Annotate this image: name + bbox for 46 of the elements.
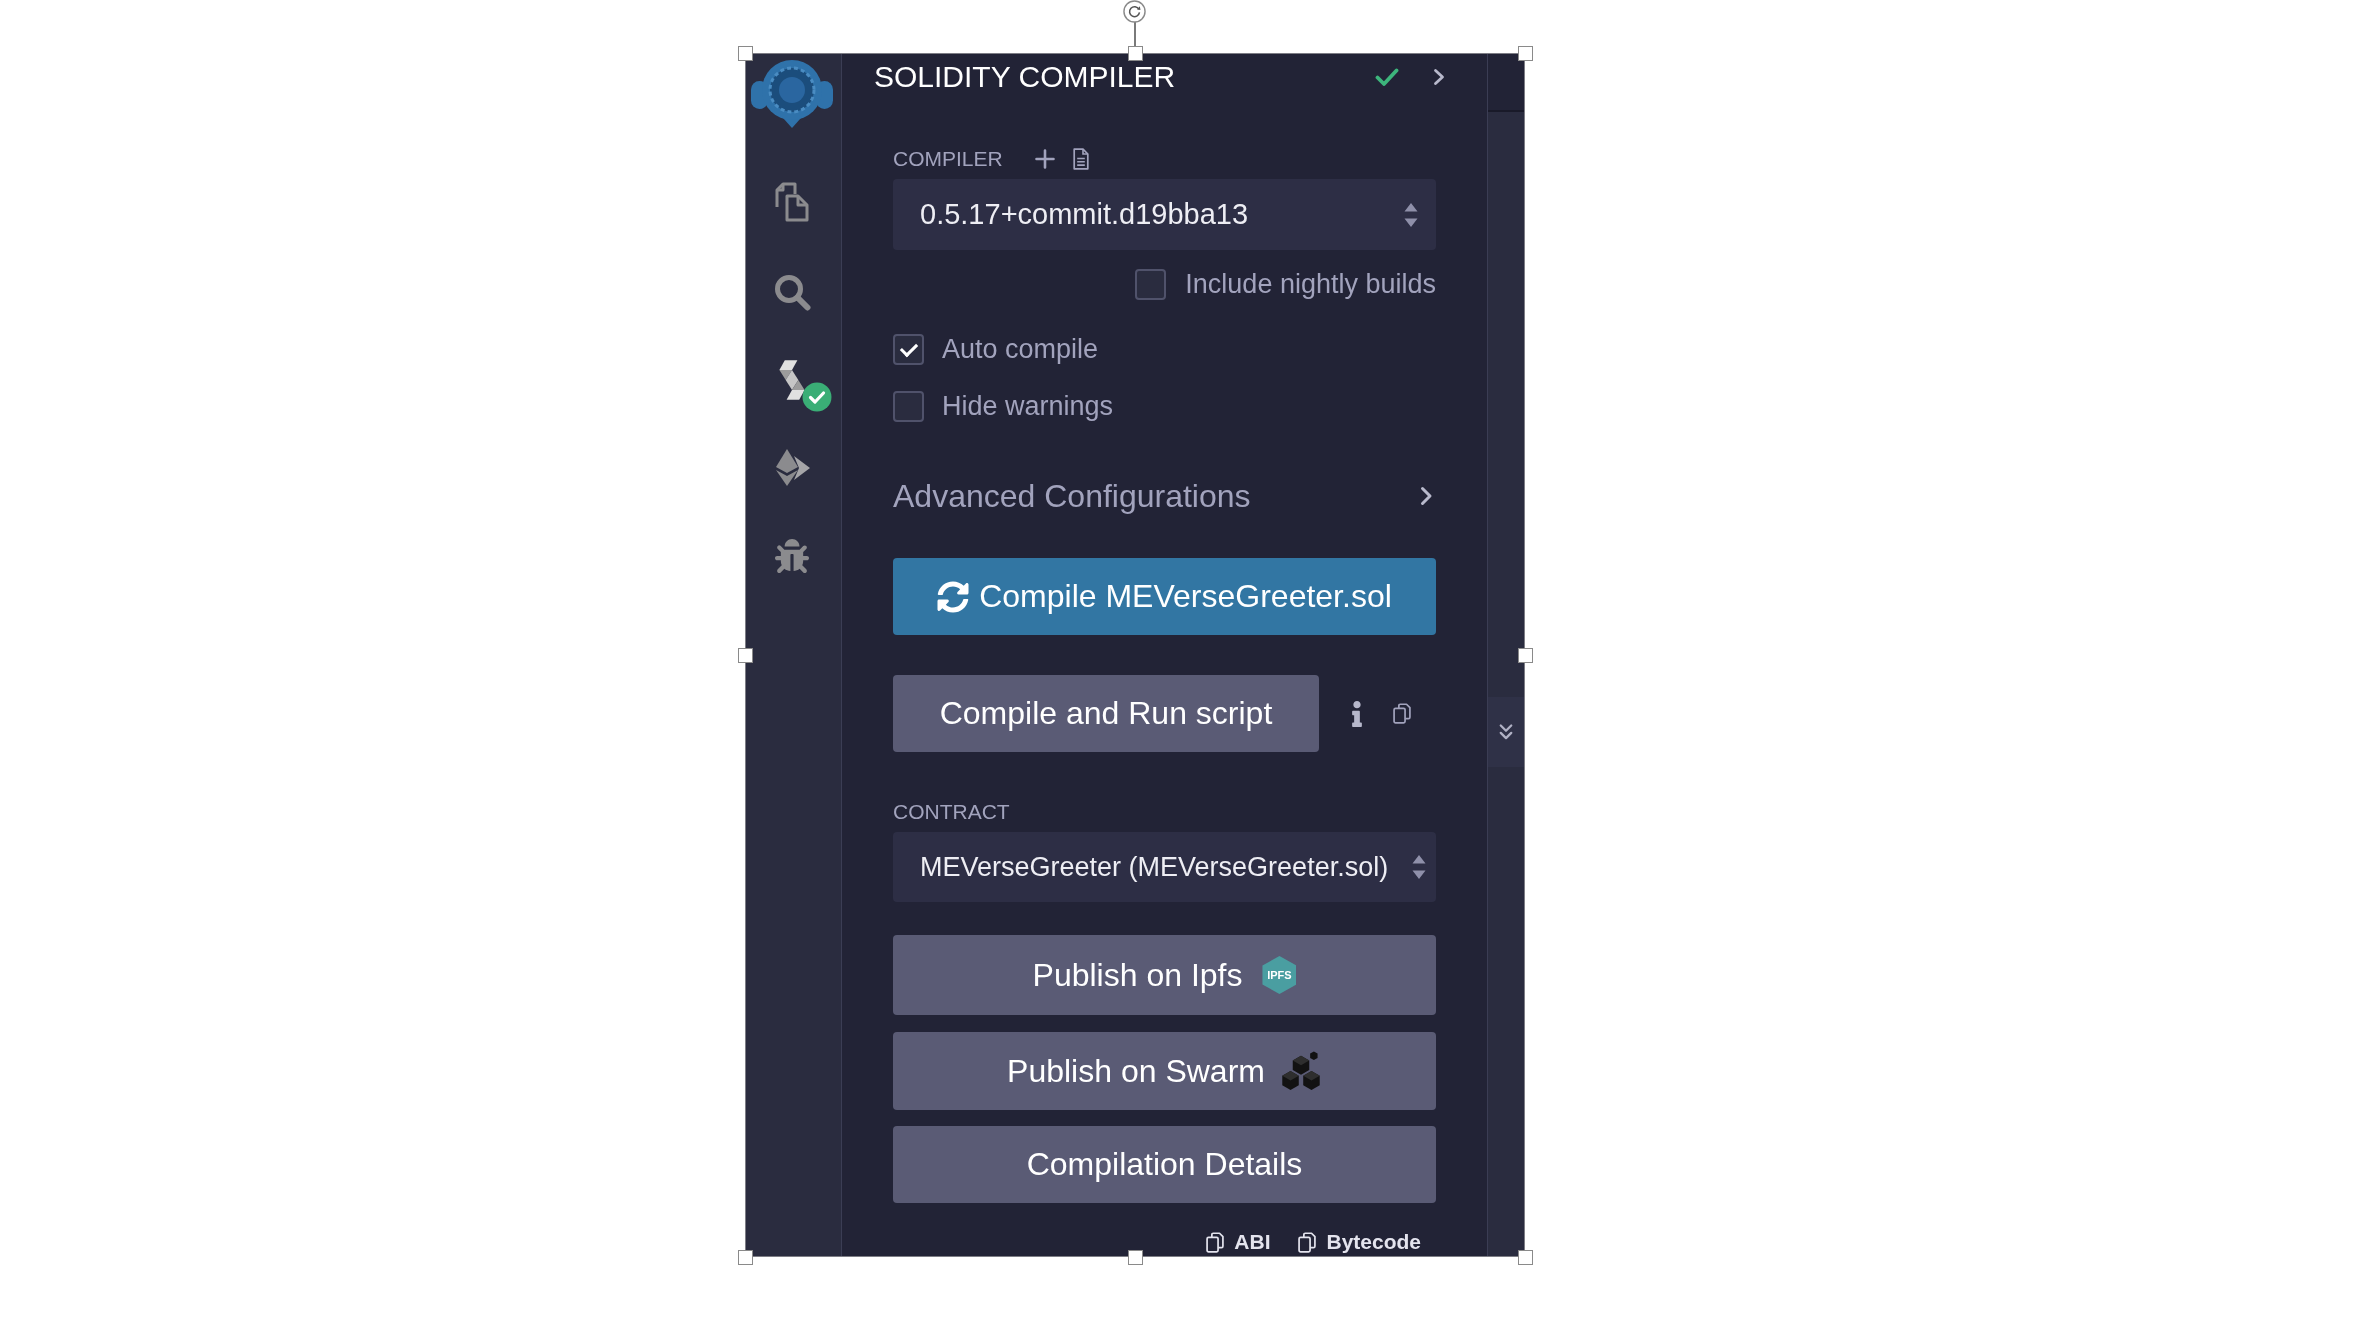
version-select[interactable]: 0.5.17+commit.d19bba13 [893, 179, 1436, 250]
resize-handle[interactable] [738, 648, 753, 663]
rotate-icon[interactable] [1123, 0, 1146, 23]
checkbox[interactable] [1135, 268, 1167, 300]
contract-select[interactable]: MEVerseGreeter (MEVerseGreeter.sol) [893, 832, 1436, 902]
search-icon[interactable] [772, 273, 811, 311]
resize-handle[interactable] [1518, 648, 1533, 663]
action-button[interactable]: Publish on Ipfs IPFS [893, 935, 1436, 1015]
bug-icon[interactable] [774, 539, 809, 573]
resize-handle[interactable] [1128, 46, 1143, 61]
chevron-right-icon[interactable] [1420, 486, 1433, 506]
resize-handle[interactable] [738, 1250, 753, 1265]
copy-icon[interactable] [1206, 1231, 1225, 1253]
checkbox-label[interactable]: Include nightly builds [1185, 268, 1436, 300]
updown-arrows-icon[interactable] [1404, 201, 1418, 228]
refresh-icon [937, 580, 970, 613]
run-script-button[interactable]: Compile and Run script [893, 675, 1319, 752]
collapsible-heading[interactable]: Advanced Configurations [893, 477, 1251, 515]
info-icon[interactable] [1352, 700, 1362, 727]
cubes-icon [1279, 1051, 1322, 1091]
copy-link[interactable]: Bytecode [1298, 1230, 1421, 1254]
panel-title: SOLIDITY COMPILER [874, 60, 1176, 94]
chevron-right-icon[interactable] [1433, 68, 1445, 86]
checkbox-label[interactable]: Hide warnings [942, 390, 1114, 422]
headset-logo-icon [749, 57, 834, 129]
copy-icon[interactable] [1393, 703, 1411, 724]
checkbox-label[interactable]: Auto compile [942, 333, 1099, 365]
section-label: COMPILER [893, 146, 1003, 172]
copy-icon[interactable] [1298, 1231, 1317, 1253]
action-button[interactable]: Compilation Details [893, 1126, 1436, 1203]
plus-icon[interactable] [1034, 149, 1055, 169]
expand-button[interactable] [1488, 697, 1524, 767]
resize-handle[interactable] [1518, 1250, 1533, 1265]
checkbox[interactable] [893, 333, 924, 365]
action-button[interactable]: Publish on Swarm [893, 1032, 1436, 1110]
compile-button[interactable]: Compile MEVerseGreeter.sol [893, 558, 1436, 635]
resize-handle[interactable] [738, 46, 753, 61]
resize-handle[interactable] [1128, 1250, 1143, 1265]
hexagon-logo: IPFS [1262, 956, 1297, 994]
updown-arrows-icon[interactable] [1412, 854, 1426, 880]
copy-link[interactable]: ABI [1206, 1230, 1271, 1254]
checkbox[interactable] [893, 390, 924, 422]
document-icon[interactable] [1072, 148, 1089, 170]
resize-handle[interactable] [1518, 46, 1533, 61]
double-chevron-down-icon [1499, 723, 1513, 741]
section-label: CONTRACT [893, 799, 1010, 825]
